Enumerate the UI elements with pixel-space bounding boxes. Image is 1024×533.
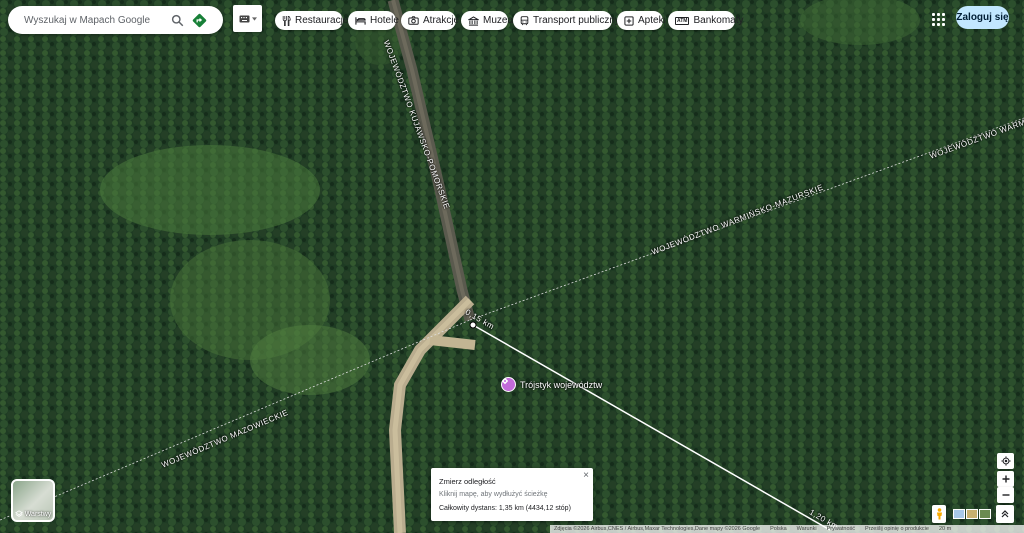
category-label: Transport publiczny bbox=[533, 15, 620, 26]
keyboard-icon bbox=[239, 15, 249, 22]
preview-terrain-thumbnail[interactable] bbox=[966, 509, 978, 519]
category-muzea-button[interactable]: Muzea bbox=[461, 11, 513, 30]
camera-icon bbox=[408, 16, 419, 25]
measure-hint: Kliknij mapę, aby wydłużyć ścieżkę bbox=[439, 491, 548, 498]
preview-satellite-thumbnail[interactable] bbox=[979, 509, 991, 519]
category-restauracje-button[interactable]: Restauracje bbox=[275, 11, 348, 30]
input-tools-button[interactable] bbox=[233, 5, 262, 32]
museum-icon bbox=[468, 15, 479, 26]
scale-label: 20 m bbox=[938, 526, 952, 532]
apps-grid-icon[interactable] bbox=[929, 10, 947, 28]
category-label: Apteki bbox=[638, 15, 666, 26]
restaurant-icon bbox=[282, 15, 291, 26]
minus-icon bbox=[1002, 494, 1009, 496]
category-label: Atrakcje bbox=[423, 15, 460, 26]
country-link[interactable]: Polska bbox=[770, 526, 787, 532]
collapse-chevron-icon[interactable] bbox=[996, 505, 1014, 523]
poi-marker[interactable]: Trójstyk województw bbox=[501, 377, 602, 392]
category-label: Bankomaty bbox=[693, 15, 744, 26]
attribution-text: Zdjęcia ©2026 Airbus,CNES / Airbus,Maxar… bbox=[554, 526, 761, 532]
terms-link[interactable]: Warunki bbox=[797, 526, 817, 532]
category-atrakcje-button[interactable]: Atrakcje bbox=[401, 11, 460, 30]
layers-label: Warstwy bbox=[24, 510, 52, 518]
landmark-icon bbox=[501, 377, 516, 392]
privacy-link[interactable]: Prywatność bbox=[827, 526, 855, 532]
imagery-previews[interactable] bbox=[953, 509, 991, 519]
measure-total: Całkowity dystans: 1,35 km (4434,12 stóp… bbox=[439, 505, 571, 512]
close-icon[interactable]: × bbox=[583, 470, 589, 481]
category-hotele-button[interactable]: Hotele bbox=[348, 11, 399, 30]
preview-map-thumbnail[interactable] bbox=[953, 509, 965, 519]
location-icon bbox=[1000, 456, 1011, 466]
pegman-icon[interactable] bbox=[932, 505, 946, 523]
atm-icon: ATM bbox=[675, 16, 690, 25]
category-transport-button[interactable]: Transport publiczny bbox=[513, 11, 620, 30]
measure-title: Zmierz odległość bbox=[439, 477, 496, 486]
transit-icon bbox=[520, 15, 529, 25]
search-input[interactable] bbox=[22, 13, 166, 27]
category-bankomaty-button[interactable]: ATM Bankomaty bbox=[668, 11, 744, 30]
zoom-out-button[interactable] bbox=[997, 487, 1014, 503]
directions-icon[interactable] bbox=[188, 9, 210, 31]
layers-icon bbox=[14, 510, 23, 517]
measure-distance-panel: Zmierz odległość Kliknij mapę, aby wydłu… bbox=[431, 468, 593, 521]
category-label: Restauracje bbox=[295, 15, 349, 26]
category-apteki-button[interactable]: Apteki bbox=[617, 11, 666, 30]
search-box[interactable] bbox=[8, 6, 223, 34]
category-label: Muzea bbox=[483, 15, 514, 26]
chevron-down-icon bbox=[251, 16, 257, 21]
zoom-in-button[interactable] bbox=[997, 471, 1014, 487]
poi-label[interactable]: Trójstyk województw bbox=[520, 380, 602, 390]
signin-button[interactable]: Zaloguj się bbox=[956, 6, 1009, 29]
layers-button[interactable]: Warstwy bbox=[11, 479, 55, 522]
category-label: Hotele bbox=[370, 15, 399, 26]
feedback-link[interactable]: Prześlij opinię o produkcie bbox=[865, 526, 929, 532]
map-footer: Zdjęcia ©2026 Airbus,CNES / Airbus,Maxar… bbox=[550, 525, 1024, 533]
my-location-button[interactable] bbox=[997, 453, 1014, 469]
satellite-map[interactable]: WOJEWÓDZTWO KUJAWSKO-POMORSKIE WOJEWÓDZT… bbox=[0, 0, 1024, 533]
hotel-icon bbox=[355, 17, 366, 25]
map-imagery bbox=[0, 0, 1024, 533]
pharmacy-icon bbox=[624, 15, 634, 26]
search-icon[interactable] bbox=[166, 9, 188, 31]
plus-icon bbox=[1002, 475, 1009, 483]
